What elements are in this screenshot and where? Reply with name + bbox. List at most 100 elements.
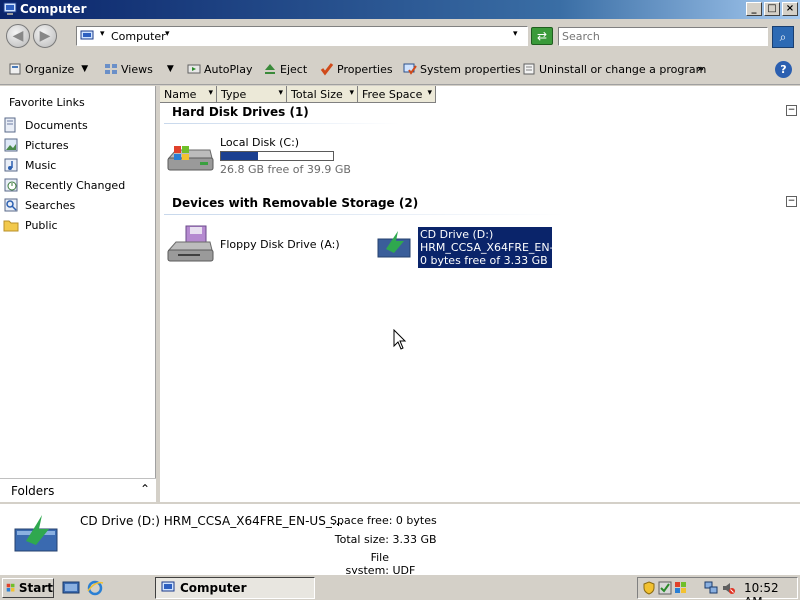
command-toolbar: Organize ▼ Views ▼ AutoPlay Eject Proper… xyxy=(0,55,800,85)
refresh-icon: ⇄ xyxy=(536,29,548,43)
start-label: Start xyxy=(18,581,53,595)
sidebar-item-music[interactable]: Music xyxy=(3,157,56,173)
search-button[interactable]: ⌕ xyxy=(772,26,794,48)
chevron-down-icon[interactable]: ▾ xyxy=(349,88,354,98)
chevron-down-icon: ▼ xyxy=(166,64,174,74)
chevron-down-icon[interactable]: ▾ xyxy=(278,88,283,98)
organize-label: Organize xyxy=(25,62,75,76)
space-free-value: 0 bytes xyxy=(395,514,437,527)
windows-logo-icon xyxy=(6,583,15,592)
documents-icon xyxy=(4,117,16,133)
task-label: Computer xyxy=(180,581,247,595)
hard-disk-icon xyxy=(167,146,214,171)
address-input[interactable]: ▾ Computer ▾ ▾ xyxy=(76,26,528,46)
sidebar-item-label: Searches xyxy=(25,198,76,212)
total-size-value: 3.33 GB xyxy=(392,533,437,546)
chevron-down-icon[interactable]: ▾ xyxy=(208,88,213,98)
views-button[interactable]: Views ▼ xyxy=(104,62,174,76)
refresh-button[interactable]: ⇄ xyxy=(531,27,553,45)
help-button[interactable]: ? xyxy=(775,61,792,78)
search-icon: ⌕ xyxy=(779,30,787,44)
total-size-row: Total size: 3.33 GB xyxy=(330,533,437,546)
search-input[interactable] xyxy=(558,27,768,46)
group-header-removable[interactable]: Devices with Removable Storage (2) xyxy=(172,196,418,210)
drive-volume-label: HRM_CCSA_X64FRE_EN-... xyxy=(420,241,565,254)
show-desktop-icon[interactable] xyxy=(62,579,80,597)
uninstall-program-button[interactable]: Uninstall or change a program xyxy=(522,62,706,76)
properties-button[interactable]: Properties xyxy=(320,62,393,76)
chevron-down-icon[interactable]: ▾ xyxy=(427,88,432,98)
address-history-dropdown-icon[interactable]: ▾ xyxy=(513,29,518,39)
mouse-cursor-icon xyxy=(393,329,407,350)
chevron-up-icon: ⌃ xyxy=(139,482,150,496)
volume-muted-icon[interactable] xyxy=(722,581,736,595)
chevron-down-icon: ▼ xyxy=(81,64,89,74)
group-header-hard-disks[interactable]: Hard Disk Drives (1) xyxy=(172,105,309,119)
uninstall-label: Uninstall or change a program xyxy=(539,62,707,76)
column-header-name[interactable]: Name ▾ xyxy=(160,86,217,103)
clock[interactable]: 10:52 AM xyxy=(744,581,797,600)
sidebar-item-public[interactable]: Public xyxy=(3,217,58,233)
sidebar-item-searches[interactable]: Searches xyxy=(3,197,75,213)
disk-usage-fill xyxy=(221,152,258,160)
collapse-group-button[interactable]: − xyxy=(786,105,797,116)
column-header-total-size[interactable]: Total Size ▾ xyxy=(287,86,358,103)
windows-update-icon[interactable] xyxy=(658,581,672,595)
windows-security-icon[interactable] xyxy=(674,581,688,595)
breadcrumb-dropdown-icon[interactable]: ▾ xyxy=(165,29,170,39)
pictures-icon xyxy=(4,138,18,152)
column-header-label: Free Space xyxy=(362,88,423,101)
column-header-label: Type xyxy=(221,88,247,101)
column-header-label: Name xyxy=(164,88,197,101)
cd-drive-icon xyxy=(14,515,58,552)
column-headers: Name ▾ Type ▾ Total Size ▾ Free Space ▾ xyxy=(160,86,436,103)
taskbar-task-computer[interactable]: Computer xyxy=(155,577,315,599)
favorite-links-heading: Favorite Links xyxy=(9,96,85,109)
space-free-row: Space free: 0 bytes xyxy=(330,514,437,527)
sidebar-item-documents[interactable]: Documents xyxy=(3,117,88,133)
column-header-label: Total Size xyxy=(291,88,343,101)
sidebar-item-pictures[interactable]: Pictures xyxy=(3,137,69,153)
title-bar[interactable]: Computer _ □ × xyxy=(0,0,800,19)
recently-changed-icon xyxy=(4,178,18,192)
drive-name: CD Drive (D:) xyxy=(420,228,494,241)
floppy-drive-icon xyxy=(167,225,214,262)
disk-usage-bar xyxy=(220,151,334,161)
autoplay-button[interactable]: AutoPlay xyxy=(187,62,252,76)
drive-cd-d[interactable]: CD Drive (D:) HRM_CCSA_X64FRE_EN-... 0 b… xyxy=(376,227,565,268)
details-pane: CD Drive (D:) HRM_CCSA_X64FRE_EN-US_... … xyxy=(0,502,800,577)
eject-button[interactable]: Eject xyxy=(263,62,307,76)
organize-button[interactable]: Organize ▼ xyxy=(8,62,88,76)
more-commands-button[interactable]: » xyxy=(697,62,704,75)
maximize-button[interactable]: □ xyxy=(764,2,780,16)
total-size-label: Total size: xyxy=(334,533,389,546)
column-header-type[interactable]: Type ▾ xyxy=(217,86,287,103)
collapse-group-button[interactable]: − xyxy=(786,196,797,207)
music-icon xyxy=(4,158,18,172)
computer-icon xyxy=(80,30,94,40)
computer-icon xyxy=(161,581,175,592)
sidebar-item-label: Documents xyxy=(25,118,88,132)
forward-button[interactable]: ▶ xyxy=(33,24,57,48)
space-free-label: Space free: xyxy=(330,514,393,527)
sidebar-item-label: Pictures xyxy=(25,138,69,152)
close-button[interactable]: × xyxy=(782,2,798,16)
minimize-button[interactable]: _ xyxy=(746,2,762,16)
breadcrumb-computer[interactable]: Computer xyxy=(111,30,166,43)
security-shield-icon[interactable] xyxy=(642,581,656,595)
network-icon[interactable] xyxy=(704,581,718,595)
column-header-free-space[interactable]: Free Space ▾ xyxy=(358,86,436,103)
drive-floppy-a[interactable]: Floppy Disk Drive (A:) xyxy=(166,224,340,264)
folders-toggle[interactable]: Folders ⌃ xyxy=(0,478,156,502)
public-folder-icon xyxy=(3,220,19,232)
drive-free-space: 0 bytes free of 3.33 GB xyxy=(420,254,548,267)
back-button[interactable]: ◀ xyxy=(6,24,30,48)
sidebar-item-recently-changed[interactable]: Recently Changed xyxy=(3,177,125,193)
breadcrumb-separator-icon[interactable]: ▾ xyxy=(100,29,105,39)
system-properties-button[interactable]: System properties xyxy=(403,62,521,76)
internet-explorer-icon[interactable] xyxy=(86,579,104,597)
drive-local-disk-c[interactable]: Local Disk (C:) 26.8 GB free of 39.9 GB xyxy=(166,136,351,176)
window-title: Computer xyxy=(20,2,87,16)
start-button[interactable]: Start xyxy=(2,578,54,598)
taskbar: Start Computer 10:52 AM xyxy=(0,574,800,600)
